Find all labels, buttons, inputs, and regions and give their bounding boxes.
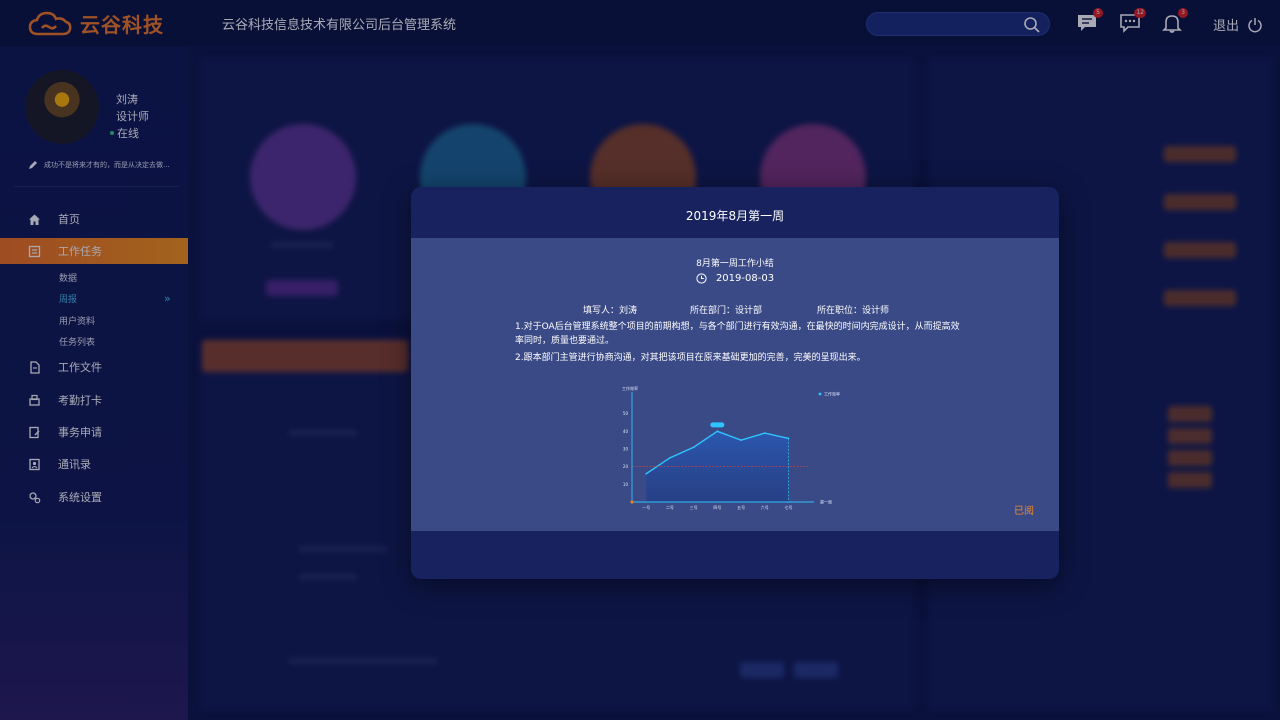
work-efficiency-chart: 10 20 30 40 50 一号 二号 三号 四号 五号 六号 七号 工作效率第一周 工作效率 <box>622 385 840 510</box>
weekly-report-modal: 2019年8月第一周 8月第一周工作小结 2019-08-03 填写人：刘涛 所… <box>411 187 1059 579</box>
chart-y-tick-label: 10 <box>623 482 629 487</box>
chart-y-tick-label: 30 <box>623 447 629 452</box>
report-position: 所在职位：设计师 <box>817 306 890 316</box>
chart-point <box>645 472 648 475</box>
chart-origin-dot <box>630 500 634 504</box>
chart-point <box>763 432 766 434</box>
chart-point <box>669 456 671 459</box>
report-item-2: 2.跟本部门主管进行协商沟通，对其把该项目在原来基础更加的完善，完美的呈现出来。 <box>515 353 866 363</box>
report-subtitle: 8月第一周工作小结 <box>696 259 774 269</box>
chart-point <box>740 439 742 442</box>
chart-legend-swatch <box>818 392 822 396</box>
chart-x-tick-label: 三号 <box>690 504 698 510</box>
chart-x-tick-label: 二号 <box>666 504 674 510</box>
report-author: 填写人：刘涛 <box>583 306 638 316</box>
report-item-1: 1.对于OA后台管理系统整个项目的前期构想，与各个部门进行有效沟通，在最快的时间… <box>515 322 960 346</box>
report-department: 所在部门：设计部 <box>690 306 763 316</box>
modal-body: 8月第一周工作小结 2019-08-03 填写人：刘涛 所在部门：设计部 所在职… <box>411 238 1059 531</box>
chart-x-tick-label: 六号 <box>761 504 769 510</box>
chart-y-tick-label: 20 <box>623 464 629 469</box>
read-status: 已阅 <box>1014 506 1034 517</box>
chart-y-axis-title: 工作效率 <box>622 385 638 391</box>
chart-point <box>692 446 695 449</box>
chart-y-tick-label: 50 <box>623 411 629 416</box>
chart-peak-tag <box>710 422 725 428</box>
report-date: 2019-08-03 <box>411 273 1059 284</box>
chart-x-tick-label: 四号 <box>713 504 721 510</box>
chart-y-tick-label: 40 <box>623 429 629 434</box>
modal-title: 2019年8月第一周 <box>685 209 785 223</box>
chart-x-axis-title: 第一周 <box>820 499 832 505</box>
chart-legend-label: 工作效率 <box>824 391 840 397</box>
report-date-text: 2019-08-03 <box>715 273 775 284</box>
chart-x-tick-label: 七号 <box>785 504 793 510</box>
clock-icon <box>696 273 707 284</box>
chart-point <box>716 430 719 433</box>
chart-x-tick-label: 五号 <box>737 504 745 510</box>
chart-x-tick-label: 一号 <box>642 504 650 510</box>
